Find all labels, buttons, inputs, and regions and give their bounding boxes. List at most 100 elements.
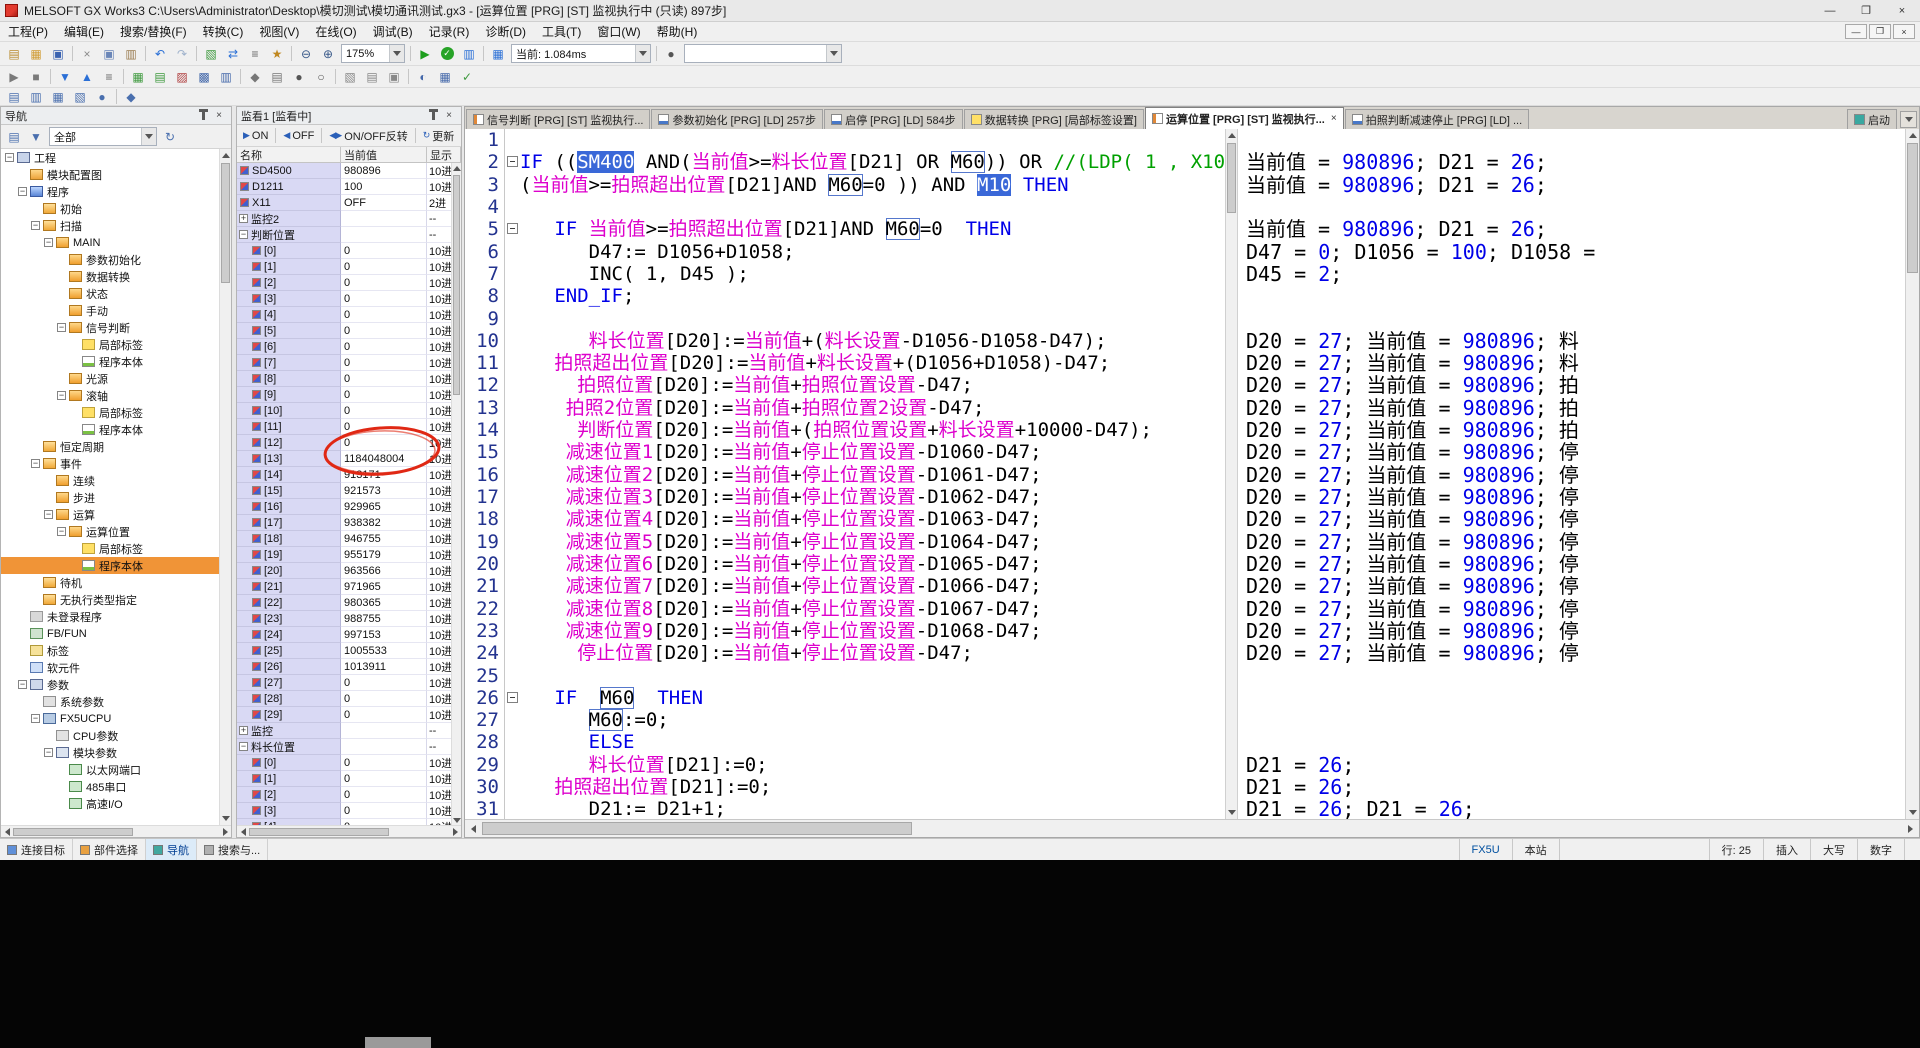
tree-item[interactable]: CPU参数 <box>1 727 219 744</box>
watch-value-cell[interactable]: 955179 <box>341 547 427 563</box>
scroll-up-icon[interactable] <box>1226 129 1237 142</box>
tree-item[interactable]: −工程 <box>1 149 219 166</box>
watch-value-cell[interactable]: 0 <box>341 675 427 691</box>
watch-value-cell[interactable] <box>341 211 427 227</box>
new-project-icon[interactable]: ▤ <box>3 44 25 64</box>
watch-value-cell[interactable]: 980896 <box>341 163 427 179</box>
document-tab[interactable]: 信号判断 [PRG] [ST] 监视执行... <box>466 109 650 129</box>
code-line[interactable]: 减速位置6[D20]:=当前值+停止位置设置-D1065-D47; <box>520 553 1225 575</box>
watch-row[interactable]: [11]010进 <box>237 419 451 435</box>
column-header-name[interactable]: 名称 <box>237 147 341 162</box>
nav-display-setting-icon[interactable]: ▤ <box>3 127 25 147</box>
watch-row[interactable]: [21]97196510进 <box>237 579 451 595</box>
statement-display-icon[interactable]: ▤ <box>361 67 383 87</box>
watch-row[interactable]: [26]101391110进 <box>237 659 451 675</box>
tree-item[interactable]: 系统参数 <box>1 693 219 710</box>
scrollbar-thumb[interactable] <box>482 822 912 835</box>
watch-value-cell[interactable]: 980365 <box>341 595 427 611</box>
scroll-up-icon[interactable] <box>452 163 461 173</box>
watch-value-cell[interactable]: 0 <box>341 259 427 275</box>
editor-horizontal-scrollbar[interactable] <box>465 819 1919 837</box>
comment-display-icon[interactable]: ▧ <box>339 67 361 87</box>
watch-row[interactable]: [22]98036510进 <box>237 595 451 611</box>
document-tab[interactable]: 运算位置 [PRG] [ST] 监视执行...× <box>1145 107 1344 129</box>
scroll-down-icon[interactable] <box>220 812 231 825</box>
column-header-value[interactable]: 当前值 <box>341 147 427 162</box>
close-button[interactable]: × <box>1884 0 1920 21</box>
watch-row[interactable]: [12]010进 <box>237 435 451 451</box>
save-project-icon[interactable]: ▣ <box>47 44 69 64</box>
tree-item[interactable]: 485串口 <box>1 778 219 795</box>
watch-expander-icon[interactable]: + <box>239 214 248 223</box>
fold-collapse-icon[interactable] <box>507 156 518 167</box>
tree-item[interactable]: −FX5UCPU <box>1 710 219 727</box>
watch-value-cell[interactable]: 0 <box>341 803 427 819</box>
watch-row[interactable]: SD450098089610进 <box>237 163 451 179</box>
nav-filter-combo[interactable]: 全部 <box>49 127 157 146</box>
watch-vertical-scrollbar[interactable] <box>451 163 461 825</box>
watch-row[interactable]: [1]010进 <box>237 259 451 275</box>
watch-value-cell[interactable]: 0 <box>341 755 427 771</box>
watch-value-cell[interactable]: 0 <box>341 787 427 803</box>
tree-item[interactable]: 光源 <box>1 370 219 387</box>
editor-vertical-scrollbar[interactable] <box>1905 129 1919 819</box>
scrollbar-thumb[interactable] <box>221 163 230 283</box>
watch-row[interactable]: [17]93838210进 <box>237 515 451 531</box>
document-tab[interactable]: 拍照判断减速停止 [PRG] [LD] ... <box>1345 109 1529 129</box>
watch-row[interactable]: [1]010进 <box>237 771 451 787</box>
menu-item[interactable]: 搜索/替换(F) <box>112 21 195 42</box>
dock-tab[interactable]: 部件选择 <box>73 839 146 860</box>
scrollbar-thumb[interactable] <box>13 828 133 836</box>
scrollbar-thumb[interactable] <box>1227 143 1236 213</box>
code-line[interactable]: D21:= D21+1; <box>520 798 1225 819</box>
tree-item[interactable]: −运算位置 <box>1 523 219 540</box>
code-line[interactable]: 判断位置[D20]:=当前值+(拍照位置设置+料长设置+10000-D47); <box>520 419 1225 441</box>
scrollbar-thumb[interactable] <box>249 828 389 836</box>
watch-value-cell[interactable]: 0 <box>341 371 427 387</box>
watch-value-cell[interactable]: 0 <box>341 691 427 707</box>
code-line[interactable]: 料长位置[D21]:=0; <box>520 754 1225 776</box>
navigation-window-icon[interactable]: ▤ <box>3 89 25 104</box>
zoom-in-icon[interactable]: ⊕ <box>317 44 339 64</box>
display-format-icon[interactable]: ◐ <box>412 67 434 87</box>
tree-item[interactable]: −MAIN <box>1 234 219 251</box>
code-line[interactable]: 拍照超出位置[D21]:=0; <box>520 776 1225 798</box>
watch-value-cell[interactable]: 913171 <box>341 467 427 483</box>
zoom-out-icon[interactable]: ⊖ <box>295 44 317 64</box>
program-check-ok-icon[interactable]: ✓ <box>456 67 478 87</box>
watch-row[interactable]: [23]98875510进 <box>237 611 451 627</box>
watch-row[interactable]: [10]010进 <box>237 403 451 419</box>
watch-window-icon[interactable]: ▥ <box>215 67 237 87</box>
code-line[interactable]: 减速位置2[D20]:=当前值+停止位置设置-D1061-D47; <box>520 464 1225 486</box>
tree-expander-icon[interactable]: − <box>44 510 53 519</box>
menu-item[interactable]: 工程(P) <box>0 21 56 42</box>
code-line[interactable]: 减速位置4[D20]:=当前值+停止位置设置-D1063-D47; <box>520 508 1225 530</box>
watch-off-button[interactable]: ◀OFF <box>279 127 318 145</box>
device-batch-monitor-icon[interactable]: ▩ <box>193 67 215 87</box>
tab-close-icon[interactable]: × <box>1331 113 1337 124</box>
tree-item[interactable]: 程序本体 <box>1 421 219 438</box>
watch-value-cell[interactable]: 946755 <box>341 531 427 547</box>
watch-row[interactable]: [18]94675510进 <box>237 531 451 547</box>
tree-expander-icon[interactable]: − <box>31 459 40 468</box>
combo-dropdown-icon[interactable] <box>141 128 156 145</box>
read-from-plc-icon[interactable]: ▲ <box>76 67 98 87</box>
tree-item[interactable]: 标签 <box>1 642 219 659</box>
tree-expander-icon[interactable]: − <box>57 391 66 400</box>
code-line[interactable]: IF ((SM400 AND(当前值>=料长位置[D21] OR M60)) O… <box>520 151 1225 173</box>
code-line[interactable]: 减速位置3[D20]:=当前值+停止位置设置-D1062-D47; <box>520 486 1225 508</box>
mdi-close-button[interactable]: × <box>1893 24 1915 39</box>
watch-row[interactable]: [0]010进 <box>237 243 451 259</box>
monitor-start-icon[interactable]: ▶ <box>414 44 436 64</box>
watch-value-cell[interactable]: 963566 <box>341 563 427 579</box>
navigation-horizontal-scrollbar[interactable] <box>1 825 231 837</box>
tree-item[interactable]: 无执行类型指定 <box>1 591 219 608</box>
code-line[interactable] <box>520 196 1225 218</box>
tree-item[interactable]: 程序本体 <box>1 557 219 574</box>
scroll-left-icon[interactable] <box>237 826 249 838</box>
monitor-status-ok-icon[interactable]: ✓ <box>436 44 458 64</box>
paste-icon[interactable]: ▥ <box>120 44 142 64</box>
watch-value-cell[interactable]: 0 <box>341 291 427 307</box>
watch-value-cell[interactable] <box>341 723 427 739</box>
menu-item[interactable]: 在线(O) <box>307 21 364 42</box>
